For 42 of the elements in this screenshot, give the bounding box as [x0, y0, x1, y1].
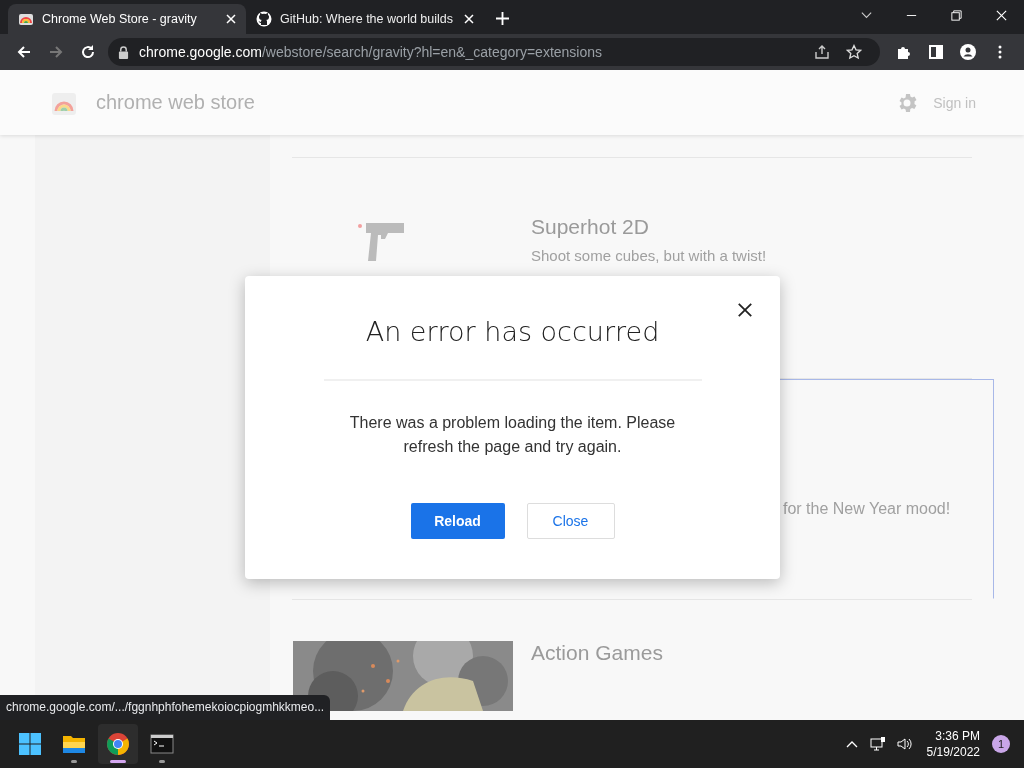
status-url-bubble: chrome.google.com/.../fggnhphfohemekoiocpiogmhkkmeo... — [0, 695, 331, 720]
cat-silhouette-icon — [256, 11, 272, 27]
new-tab-icon[interactable] — [496, 12, 509, 25]
reload-icon[interactable] — [80, 44, 96, 60]
address-bar[interactable]: chrome.google.com/webstore/search/gravity?hl=en&_category=extensions — [108, 38, 880, 66]
restore-icon[interactable] — [950, 9, 963, 22]
url-text: chrome.google.com/webstore/search/gravity?hl=en&_category=extensions — [139, 44, 603, 60]
star-icon[interactable] — [846, 44, 862, 60]
browser-tab[interactable]: Chrome Web Store - gravity — [8, 4, 246, 34]
result-title[interactable]: Action Games — [531, 641, 971, 665]
dialog-title: An error has occurred — [365, 316, 660, 347]
taskbar-app[interactable] — [98, 724, 138, 764]
browser-tab[interactable]: GitHub: Where the world builds — [246, 4, 484, 34]
terminal-icon — [150, 732, 174, 756]
tab-title: GitHub: Where the world builds — [280, 12, 454, 26]
windows-logo-icon — [18, 732, 42, 756]
result-description: Shoot some cubes, but with a twist! — [531, 247, 768, 264]
running-indicator — [159, 760, 165, 763]
forward-arrow-icon[interactable] — [48, 44, 64, 60]
browser-logo-icon — [106, 732, 130, 756]
back-arrow-icon[interactable] — [16, 44, 32, 60]
lock-icon — [118, 45, 129, 59]
result-description: for the New Year mood! — [783, 500, 952, 518]
close-icon[interactable] — [737, 302, 753, 318]
close-button[interactable]: Close — [526, 503, 615, 539]
running-indicator — [71, 760, 77, 763]
dialog-message: There was a problem loading the item. Please refresh the page and try again. — [348, 413, 677, 457]
network-icon[interactable] — [869, 736, 886, 752]
tab-title: Chrome Web Store - gravity — [42, 12, 198, 26]
running-indicator — [110, 760, 126, 763]
profile-icon[interactable] — [960, 44, 976, 60]
side-panel-icon[interactable] — [928, 44, 944, 60]
notification-badge[interactable]: 1 — [992, 735, 1010, 753]
rainbow-icon — [18, 11, 34, 27]
clock-date: 5/19/2022 — [926, 744, 980, 760]
reload-button[interactable]: Reload — [410, 503, 505, 539]
clock[interactable]: 3:36 PM 5/19/2022 — [926, 728, 980, 760]
result-title[interactable]: Superhot 2D — [531, 215, 971, 239]
share-icon[interactable] — [814, 44, 830, 60]
puzzle-piece-icon[interactable] — [896, 44, 912, 60]
clock-time: 3:36 PM — [935, 728, 980, 744]
speaker-icon[interactable] — [895, 736, 912, 752]
